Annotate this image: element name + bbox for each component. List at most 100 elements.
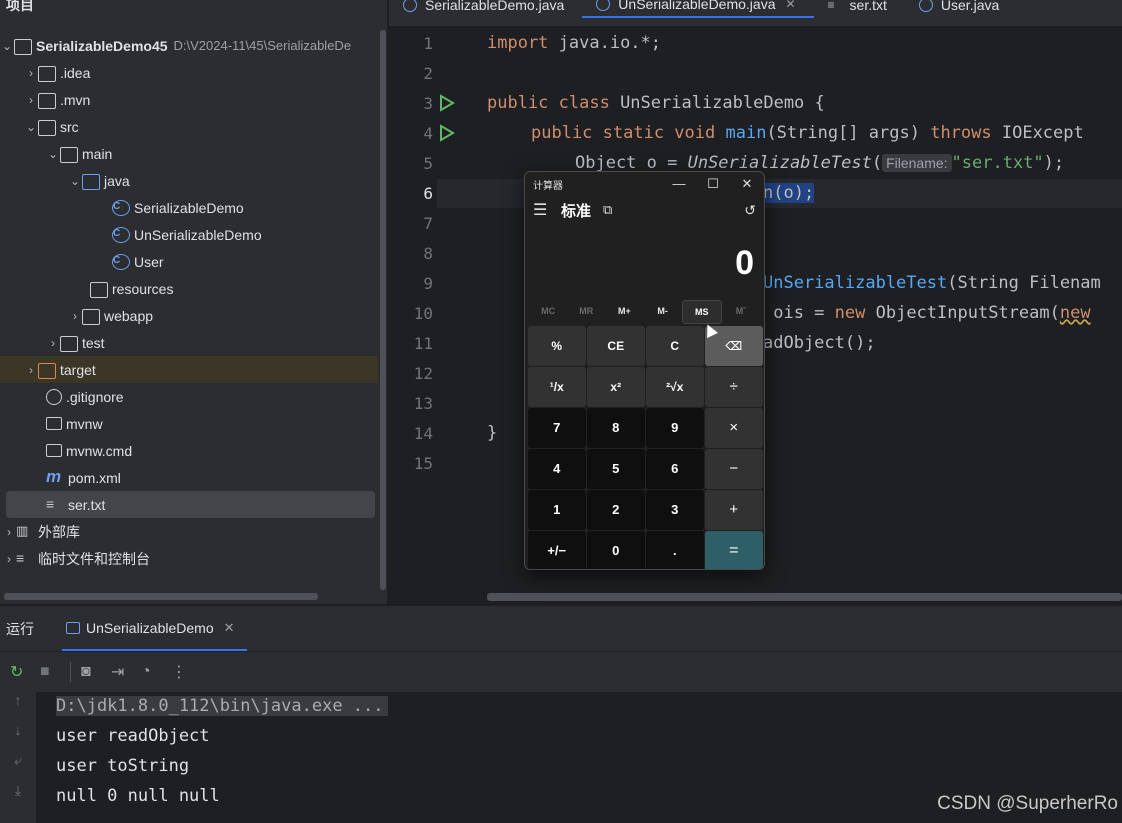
more-options-icon[interactable]: ⋮ [171, 662, 201, 682]
history-icon[interactable]: ↺ [744, 202, 756, 219]
scroll-up-icon[interactable]: ↑ [0, 692, 36, 722]
project-scrollbar-horizontal[interactable] [4, 593, 318, 600]
keep-on-top-icon[interactable]: ⧉ [603, 202, 612, 218]
digit-1-button[interactable]: 1 [528, 490, 586, 530]
chevron-right-icon[interactable]: › [24, 66, 38, 80]
tree-item-mvnw[interactable]: mvnw [0, 410, 378, 437]
memory-recall-button[interactable]: MR [567, 300, 605, 324]
restore-layout-icon[interactable]: ⇥ [111, 662, 141, 682]
editor-scrollbar-horizontal[interactable] [487, 593, 1122, 601]
memory-clear-button[interactable]: MC [529, 300, 567, 324]
memory-add-button[interactable]: M+ [605, 300, 643, 324]
clear-button[interactable]: C [646, 326, 704, 366]
digit-7-button[interactable]: 7 [528, 408, 586, 448]
divide-button[interactable]: ÷ [705, 367, 763, 407]
digit-5-button[interactable]: 5 [587, 449, 645, 489]
run-tab[interactable]: UnSerializableDemo ✕ [62, 606, 247, 651]
percent-button[interactable]: % [528, 326, 586, 366]
digit-4-button[interactable]: 4 [528, 449, 586, 489]
chevron-right-icon[interactable]: › [24, 93, 38, 107]
project-header[interactable]: 项目 [0, 0, 387, 16]
calculator-keypad: % CE C ⌫ ¹/x x² ²√x ÷ 7 8 9 × 4 5 6 − 1 … [528, 326, 763, 569]
tree-item-scratches[interactable]: › ≡ 临时文件和控制台 [0, 545, 378, 572]
tab-ser-txt[interactable]: ≡ ser.txt [814, 0, 905, 18]
chevron-right-icon[interactable]: › [46, 336, 60, 350]
scroll-to-end-icon[interactable]: ⤓ [0, 782, 36, 812]
profiler-icon[interactable]: ◔ [141, 663, 171, 681]
folder-icon [82, 308, 100, 325]
tree-item-resources[interactable]: resources [0, 275, 378, 302]
chevron-down-icon[interactable]: ⌄ [68, 174, 82, 188]
camera-icon[interactable]: ◙ [81, 663, 111, 681]
chevron-down-icon[interactable]: ⌄ [0, 39, 14, 53]
multiply-button[interactable]: × [705, 408, 763, 448]
tree-item-java[interactable]: ⌄ java [0, 167, 378, 194]
tree-item-webapp[interactable]: › webapp [0, 302, 378, 329]
tree-item-mvnw-cmd[interactable]: mvnw.cmd [0, 437, 378, 464]
tree-item-mvn[interactable]: › .mvn [0, 86, 378, 113]
run-gutter-icon[interactable] [439, 124, 455, 142]
close-button[interactable]: ✕ [730, 176, 764, 192]
digit-8-button[interactable]: 8 [587, 408, 645, 448]
tab-serializabledemo[interactable]: SerializableDemo.java [389, 0, 582, 18]
chevron-down-icon[interactable]: ⌄ [46, 147, 60, 161]
tree-item-gitignore[interactable]: .gitignore [0, 383, 378, 410]
digit-9-button[interactable]: 9 [646, 408, 704, 448]
tree-item-target[interactable]: › target [0, 356, 378, 383]
square-root-button[interactable]: ²√x [646, 367, 704, 407]
memory-subtract-button[interactable]: M- [644, 300, 682, 324]
root-name: SerializableDemo45 [36, 37, 168, 54]
digit-0-button[interactable]: 0 [587, 531, 645, 569]
console-command-line[interactable]: D:\jdk1.8.0_112\bin\java.exe ... [56, 696, 388, 716]
tree-item-main[interactable]: ⌄ main [0, 140, 378, 167]
tree-item-user[interactable]: C User [0, 248, 378, 275]
digit-2-button[interactable]: 2 [587, 490, 645, 530]
clear-entry-button[interactable]: CE [587, 326, 645, 366]
minimize-button[interactable]: — [662, 176, 696, 192]
string-literal: "ser.txt" [951, 153, 1044, 173]
calculator-window[interactable]: 计算器 — ☐ ✕ ☰ 标准 ⧉ ↺ 0 MC MR M+ M- MS Mˇ %… [524, 171, 765, 570]
line-number: 10 [413, 304, 433, 323]
calculator-titlebar[interactable]: 计算器 — ☐ ✕ [525, 172, 764, 196]
line-number: 5 [423, 154, 433, 173]
tree-item-unserializabledemo[interactable]: C UnSerializableDemo [0, 221, 378, 248]
scroll-down-icon[interactable]: ↓ [0, 722, 36, 752]
stop-icon[interactable]: ■ [40, 663, 70, 681]
chevron-right-icon[interactable]: › [2, 552, 16, 566]
tree-label: 临时文件和控制台 [38, 550, 150, 567]
tree-item-external-libs[interactable]: › ▥ 外部库 [0, 518, 378, 545]
tree-item-ser-txt[interactable]: ≡ ser.txt [6, 491, 375, 518]
tree-item-idea[interactable]: › .idea [0, 59, 378, 86]
negate-button[interactable]: +/− [528, 531, 586, 569]
tree-item-src[interactable]: ⌄ src [0, 113, 378, 140]
soft-wrap-icon[interactable]: ⤶ [0, 752, 36, 782]
tab-unserializabledemo[interactable]: UnSerializableDemo.java ✕ [582, 0, 814, 18]
memory-list-button[interactable]: Mˇ [722, 300, 760, 324]
close-icon[interactable]: ✕ [224, 620, 235, 636]
tree-root[interactable]: ⌄ SerializableDemo45 D:\V2024-11\45\Seri… [0, 32, 378, 59]
rerun-icon[interactable]: ↻ [10, 662, 40, 682]
run-gutter-icon[interactable] [439, 94, 455, 112]
maximize-button[interactable]: ☐ [696, 176, 730, 192]
reciprocal-button[interactable]: ¹/x [528, 367, 586, 407]
equals-button[interactable]: = [705, 531, 763, 569]
add-button[interactable]: + [705, 490, 763, 530]
project-scrollbar-vertical[interactable] [380, 30, 386, 590]
square-button[interactable]: x² [587, 367, 645, 407]
chevron-right-icon[interactable]: › [24, 363, 38, 377]
hamburger-menu-icon[interactable]: ☰ [533, 200, 555, 220]
memory-store-button[interactable]: MS [681, 300, 722, 324]
tree-item-pom[interactable]: m pom.xml [0, 464, 378, 491]
chevron-right-icon[interactable]: › [2, 525, 16, 539]
subtract-button[interactable]: − [705, 449, 763, 489]
chevron-right-icon[interactable]: › [68, 309, 82, 323]
close-icon[interactable]: ✕ [785, 0, 795, 11]
tree-item-test[interactable]: › test [0, 329, 378, 356]
digit-6-button[interactable]: 6 [646, 449, 704, 489]
chevron-down-icon[interactable]: ⌄ [24, 120, 38, 134]
decimal-button[interactable]: . [646, 531, 704, 569]
tree-item-serializabledemo[interactable]: C SerializableDemo [0, 194, 378, 221]
tab-user[interactable]: User.java [905, 0, 1017, 18]
digit-3-button[interactable]: 3 [646, 490, 704, 530]
resources-folder-icon [90, 281, 108, 298]
